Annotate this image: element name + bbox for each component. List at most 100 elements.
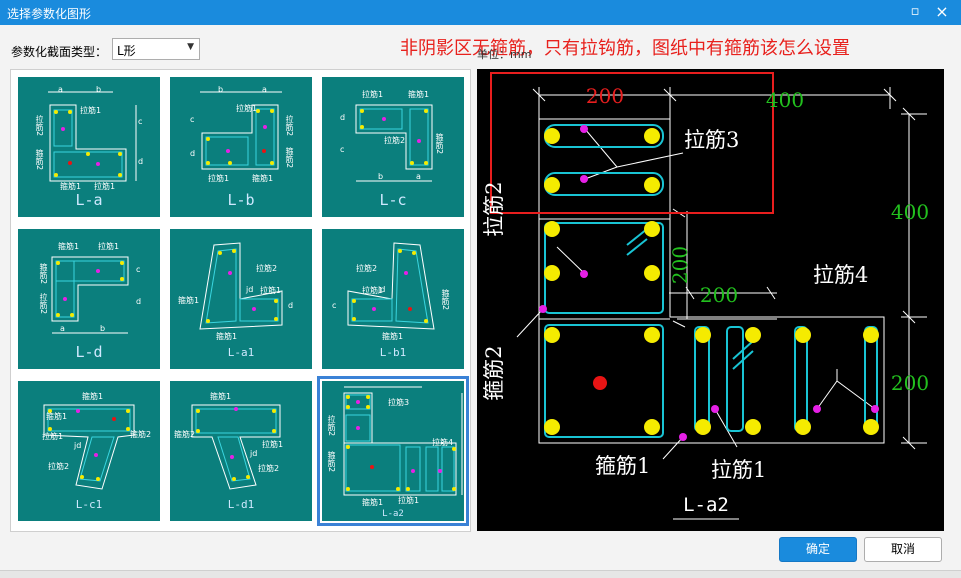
thumb-label: 箍筋2 bbox=[35, 149, 44, 171]
thumb-label: 箍筋2 bbox=[174, 430, 196, 439]
thumb-dim-c: c bbox=[190, 115, 195, 124]
thumb-dim-d: d bbox=[190, 149, 196, 158]
thumb-dim-c: c bbox=[332, 301, 337, 310]
shape-preview: 200 400 400 200 200 200 拉筋3 拉筋2 拉筋4 箍筋2 … bbox=[477, 69, 944, 531]
thumbnail-l-d1[interactable]: 箍筋1 拉筋1 jd 拉筋2 箍筋2 L-d1 bbox=[170, 381, 312, 521]
window-title: 选择参数化图形 bbox=[7, 7, 92, 21]
thumb-caption: L-d1 bbox=[227, 498, 255, 511]
thumb-label: 箍筋1 bbox=[210, 392, 232, 401]
thumb-label: 拉筋2 bbox=[256, 264, 278, 273]
thumb-caption: L-a1 bbox=[227, 346, 255, 359]
thumb-caption: L-a2 bbox=[382, 509, 404, 519]
thumb-label: 拉筋2 bbox=[258, 464, 280, 473]
thumbnail-l-b[interactable]: b a c d 拉筋1 拉筋2 箍筋2 拉筋1 箍筋1 L-b bbox=[170, 77, 312, 217]
thumb-label: 箍筋1 bbox=[178, 296, 200, 305]
thumb-caption: L-c bbox=[379, 191, 407, 209]
thumb-label: 拉筋1 bbox=[80, 106, 102, 115]
thumb-label: jd bbox=[74, 441, 82, 450]
title-bar: 选择参数化图形 ▫ × bbox=[0, 0, 961, 25]
thumb-label: 拉筋1 bbox=[98, 242, 120, 251]
thumb-dim-c: c bbox=[138, 117, 143, 126]
thumb-label: jd bbox=[250, 449, 258, 458]
notice-text: 非阴影区无箍筋，只有拉钩筋，图纸中有箍筋该怎么设置 bbox=[400, 38, 850, 59]
thumb-label: 拉筋2 bbox=[39, 293, 48, 315]
thumb-label: 箍筋2 bbox=[285, 147, 294, 169]
thumb-dim-d: d bbox=[340, 113, 346, 122]
dim-top-200: 200 bbox=[586, 84, 624, 108]
thumb-label: 拉筋1 bbox=[236, 104, 258, 113]
thumbnail-l-a2[interactable]: 拉筋3 拉筋2 箍筋2 拉筋4 箍筋1 拉筋1 L-a2 bbox=[317, 376, 469, 526]
thumb-dim-c: c bbox=[136, 265, 141, 274]
thumb-label: 箍筋1 bbox=[362, 498, 384, 507]
label-tie2: 拉筋2 bbox=[482, 181, 506, 236]
label-stirrup1: 箍筋1 bbox=[595, 454, 650, 478]
thumb-dim-b: b bbox=[378, 172, 384, 181]
dim-top-400: 400 bbox=[766, 88, 804, 112]
thumb-label: 拉筋1 bbox=[208, 174, 230, 183]
thumb-caption: L-b1 bbox=[379, 346, 407, 359]
shape-gallery: a b c d 拉筋1 拉筋2 箍筋2 箍筋1 拉筋1 L-a b a c d … bbox=[10, 69, 471, 532]
thumb-label: 箍筋1 bbox=[252, 174, 274, 183]
maximize-icon[interactable]: ▫ bbox=[904, 2, 926, 22]
thumb-label: 箍筋2 bbox=[130, 430, 152, 439]
thumbnail-l-b1[interactable]: 拉筋2 拉筋1 jd 箍筋1 箍筋2 c L-b1 bbox=[322, 229, 464, 369]
thumbnail-l-a[interactable]: a b c d 拉筋1 拉筋2 箍筋2 箍筋1 拉筋1 L-a bbox=[18, 77, 160, 217]
dim-vertical-200: 200 bbox=[668, 246, 692, 284]
thumb-label: 箍筋1 bbox=[216, 332, 238, 341]
thumb-label: 箍筋1 bbox=[46, 412, 68, 421]
thumb-label: 拉筋1 bbox=[362, 90, 384, 99]
thumb-dim-b: b bbox=[218, 85, 224, 94]
thumb-caption: L-d bbox=[75, 343, 103, 361]
thumb-label: 拉筋2 bbox=[285, 115, 294, 137]
thumb-label: 拉筋3 bbox=[388, 398, 410, 407]
thumb-dim-a: a bbox=[262, 85, 267, 94]
thumb-label: 箍筋1 bbox=[82, 392, 104, 401]
thumb-label: 箍筋1 bbox=[58, 242, 80, 251]
label-tie1: 拉筋1 bbox=[711, 458, 766, 482]
thumb-label: 拉筋1 bbox=[42, 432, 64, 441]
thumb-label: 拉筋1 bbox=[260, 286, 282, 295]
thumb-label: 箍筋2 bbox=[441, 289, 450, 311]
thumb-caption: L-b bbox=[227, 191, 255, 209]
thumb-label: 箍筋2 bbox=[327, 451, 336, 473]
cancel-button[interactable]: 取消 bbox=[864, 537, 942, 562]
thumbnail-l-c1[interactable]: 箍筋1 拉筋1 jd 箍筋2 拉筋2 箍筋1 L-c1 bbox=[18, 381, 160, 521]
thumb-label: 箍筋2 bbox=[435, 133, 444, 155]
thumbnail-l-c[interactable]: 拉筋1 箍筋1 d c 拉筋2 箍筋2 b a L-c bbox=[322, 77, 464, 217]
thumb-label: 拉筋1 bbox=[262, 440, 284, 449]
section-type-label: 参数化截面类型： bbox=[11, 45, 108, 59]
thumb-dim-a: a bbox=[416, 172, 421, 181]
ok-button[interactable]: 确定 bbox=[779, 537, 857, 562]
thumb-dim-a: a bbox=[60, 324, 65, 333]
thumb-label: jd bbox=[378, 285, 386, 294]
thumbnail-l-d[interactable]: 箍筋1 拉筋1 箍筋2 拉筋2 a b c d L-d bbox=[18, 229, 160, 369]
thumb-label: 箍筋1 bbox=[382, 332, 404, 341]
thumb-label: 拉筋2 bbox=[356, 264, 378, 273]
thumb-caption: L-c1 bbox=[75, 498, 103, 511]
thumb-label: 箍筋2 bbox=[39, 263, 48, 285]
unit-label: 单位：mm bbox=[477, 48, 532, 61]
thumb-dim-d: d bbox=[136, 297, 142, 306]
thumb-dim-b: b bbox=[100, 324, 106, 333]
thumb-dim-d: d bbox=[288, 301, 294, 310]
thumb-label: 箍筋1 bbox=[408, 90, 430, 99]
thumb-dim-b: b bbox=[96, 85, 102, 94]
thumb-dim-c: c bbox=[340, 145, 345, 154]
thumb-caption: L-a bbox=[75, 191, 103, 209]
thumb-label: 拉筋2 bbox=[327, 415, 336, 437]
label-tie4: 拉筋4 bbox=[813, 263, 868, 287]
preview-caption: L-a2 bbox=[683, 494, 729, 516]
thumb-label: 拉筋2 bbox=[384, 136, 406, 145]
thumb-dim-d: d bbox=[138, 157, 144, 166]
label-tie3: 拉筋3 bbox=[684, 128, 739, 152]
thumb-label: 拉筋4 bbox=[432, 438, 454, 447]
preview-drawing: 200 400 400 200 200 200 拉筋3 拉筋2 拉筋4 箍筋2 … bbox=[482, 72, 929, 520]
section-type-select[interactable]: L形 ▼ bbox=[112, 38, 200, 60]
thumb-label: 拉筋2 bbox=[35, 115, 44, 137]
thumb-label: 拉筋2 bbox=[48, 462, 70, 471]
dim-right-200: 200 bbox=[891, 371, 929, 395]
close-icon[interactable]: × bbox=[931, 2, 953, 22]
dim-mid-200: 200 bbox=[700, 283, 738, 307]
chevron-down-icon: ▼ bbox=[187, 42, 194, 52]
thumbnail-l-a1[interactable]: 拉筋2 拉筋1 箍筋1 jd 箍筋1 d L-a1 bbox=[170, 229, 312, 369]
